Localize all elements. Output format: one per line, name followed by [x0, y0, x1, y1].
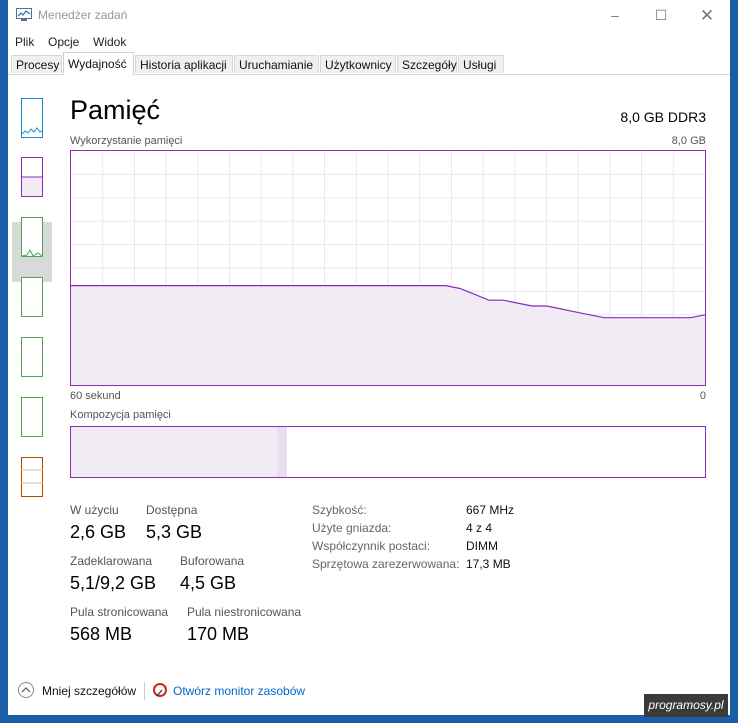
footer-divider [144, 682, 145, 700]
available-label: Dostępna [146, 503, 198, 517]
tab-performance[interactable]: Wydajność [63, 52, 134, 75]
sidebar-item-network[interactable] [21, 457, 43, 497]
page-title: Pamięć [70, 95, 161, 125]
sidebar-item-disk-0[interactable] [21, 217, 43, 257]
available-value: 5,3 GB [146, 522, 203, 542]
hw-reserved-value: 17,3 MB [466, 557, 511, 571]
menu-view[interactable]: Widok [93, 35, 126, 49]
sidebar-item-disk-1[interactable] [21, 277, 43, 317]
composition-free [638, 427, 705, 477]
sidebar-item-disk-3[interactable] [21, 397, 43, 437]
tab-processes[interactable]: Procesy [11, 55, 62, 73]
speed-key: Szybkość: [312, 503, 367, 517]
sidebar-item-memory[interactable] [21, 157, 43, 197]
slots-key: Użyte gniazda: [312, 521, 392, 535]
task-manager-icon [16, 8, 32, 21]
tab-bar: Procesy Wydajność Historia aplikacji Uru… [8, 52, 730, 75]
memory-usage-chart [71, 151, 706, 385]
form-factor-value: DIMM [466, 539, 498, 553]
menu-file[interactable]: Plik [15, 35, 34, 49]
watermark: programosy.pl [644, 694, 728, 717]
tab-app-history[interactable]: Historia aplikacji [135, 55, 233, 73]
composition-in-use [71, 427, 279, 477]
window-title: Menedżer zadań [38, 8, 128, 22]
close-button[interactable]: ✕ [684, 0, 730, 31]
usage-max-label: 8,0 GB [671, 135, 706, 147]
time-range-label: 60 sekund [70, 390, 121, 402]
minimize-button[interactable]: – [592, 0, 638, 31]
chevron-up-icon[interactable] [18, 682, 34, 698]
committed-value: 5,1/9,2 GB [70, 573, 157, 593]
tab-users[interactable]: Użytkownicy [320, 55, 396, 73]
memory-usage-graph [70, 150, 706, 386]
usage-label: Wykorzystanie pamięci [70, 135, 183, 147]
in-use-value: 2,6 GB [70, 522, 127, 542]
composition-standby [286, 427, 640, 477]
time-zero-label: 0 [699, 390, 706, 402]
title-bar: Menedżer zadań – ☐ ✕ [8, 0, 730, 31]
open-resource-monitor-link[interactable]: Otwórz monitor zasobów [173, 684, 305, 698]
hw-reserved-key: Sprzętowa zarezerwowana: [312, 557, 460, 571]
cached-label: Buforowana [180, 554, 245, 568]
paged-pool-value: 568 MB [70, 624, 133, 644]
committed-label: Zadeklarowana [70, 554, 153, 568]
composition-label: Kompozycja pamięci [70, 409, 171, 421]
cached-value: 4,5 GB [180, 573, 237, 593]
slots-value: 4 z 4 [466, 521, 493, 535]
nonpaged-pool-label: Pula niestronicowana [187, 605, 302, 619]
nonpaged-pool-value: 170 MB [187, 624, 250, 644]
memory-spec: 8,0 GB DDR3 [620, 109, 706, 125]
tab-details[interactable]: Szczegóły [397, 55, 457, 73]
fewer-details-button[interactable]: Mniej szczegółów [42, 684, 136, 698]
speed-value: 667 MHz [466, 503, 515, 517]
task-manager-window: Menedżer zadań – ☐ ✕ Plik Opcje Widok Pr… [8, 0, 730, 715]
sidebar-item-disk-2[interactable] [21, 337, 43, 377]
menu-options[interactable]: Opcje [48, 35, 79, 49]
resource-monitor-icon[interactable] [153, 683, 167, 697]
in-use-label: W użyciu [70, 503, 119, 517]
resource-sidebar [8, 74, 52, 514]
sidebar-item-cpu[interactable] [21, 98, 43, 138]
memory-composition-bar [70, 426, 706, 478]
tab-services[interactable]: Usługi [458, 55, 504, 73]
footer-bar: Mniej szczegółów Otwórz monitor zasobów [8, 676, 730, 706]
tab-startup[interactable]: Uruchamianie [234, 55, 319, 73]
paged-pool-label: Pula stronicowana [70, 605, 169, 619]
maximize-button[interactable]: ☐ [638, 0, 684, 31]
form-factor-key: Współczynnik postaci: [312, 539, 431, 553]
